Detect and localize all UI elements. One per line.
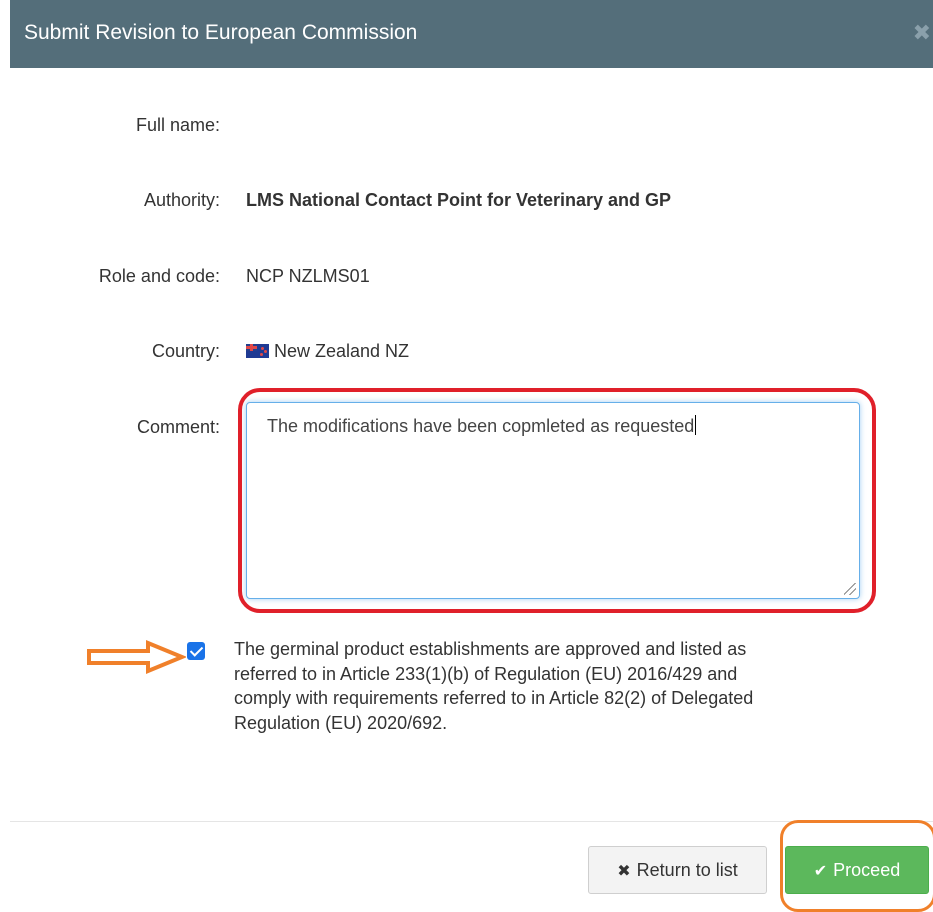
return-to-list-label: Return to list	[636, 860, 738, 880]
authority-value: LMS National Contact Point for Veterinar…	[246, 190, 672, 210]
comment-label: Comment:	[136, 417, 220, 437]
times-icon: ✖	[617, 863, 631, 880]
country-value-row: New Zealand NZ	[246, 340, 409, 362]
submit-revision-dialog: Submit Revision to European Commission ✖…	[0, 0, 933, 912]
full-name-label: Full name:	[135, 115, 220, 135]
consent-line: referred to in Article 233(1)(b) of Regu…	[234, 663, 738, 684]
highlight-annotation-orange	[780, 820, 933, 912]
consent-line: comply with requirements referred to in …	[234, 688, 754, 708]
country-label: Country:	[151, 341, 220, 361]
role-label: Role and code:	[98, 266, 220, 286]
consent-line: Regulation (EU) 2020/692.	[234, 712, 448, 733]
new-zealand-flag-icon	[246, 344, 269, 358]
consent-checkbox[interactable]	[187, 642, 205, 660]
consent-line: The germinal product establishments are …	[234, 639, 747, 659]
dialog-title: Submit Revision to European Commission	[24, 21, 418, 44]
dialog-header: Submit Revision to European Commission ✖	[10, 0, 933, 68]
role-value: NCP NZLMS01	[246, 266, 370, 286]
arrow-annotation-icon	[87, 640, 186, 674]
highlight-annotation-red	[238, 388, 876, 613]
authority-label: Authority:	[143, 190, 220, 210]
country-value: New Zealand NZ	[274, 341, 410, 361]
return-to-list-button[interactable]: ✖ Return to list	[588, 846, 767, 894]
consent-text: The germinal product establishments are …	[234, 637, 854, 735]
close-icon[interactable]: ✖	[913, 20, 931, 46]
